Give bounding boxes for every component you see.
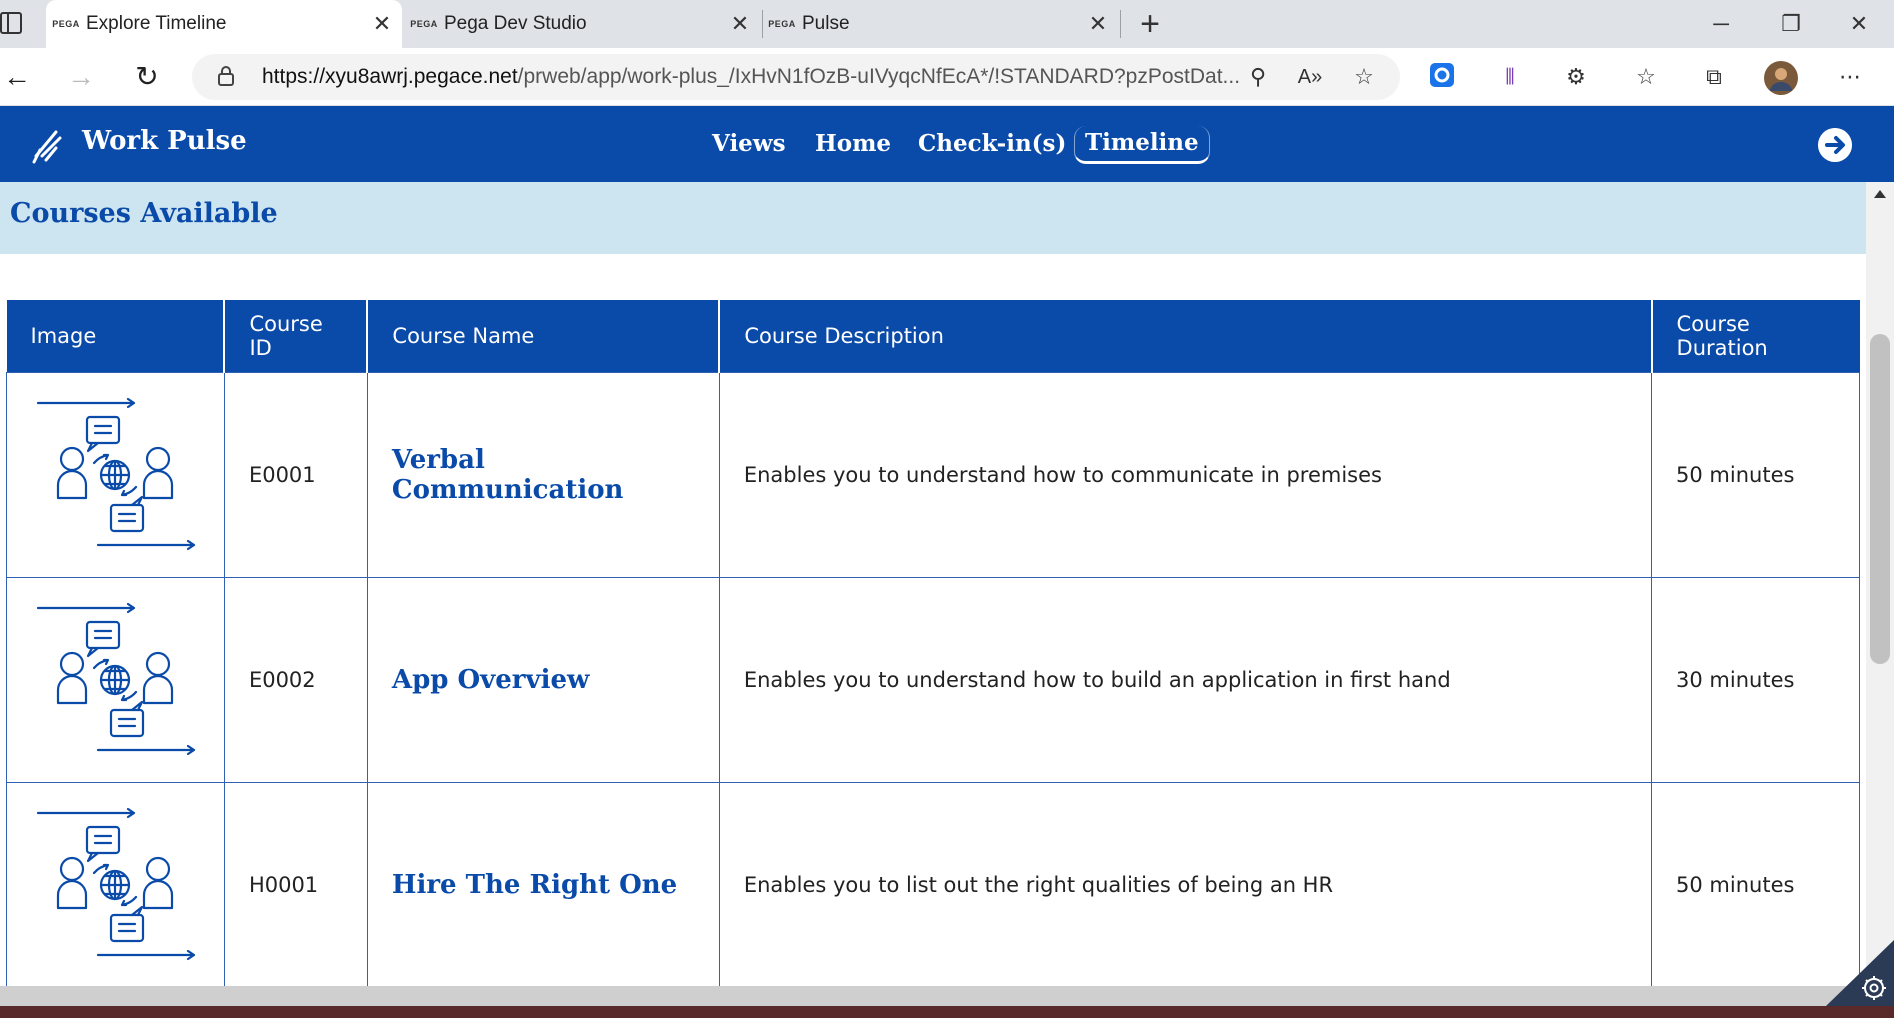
logout-arrow-icon[interactable]	[1818, 128, 1852, 162]
course-name-link[interactable]: Hire The Right One	[366, 781, 720, 986]
course-image-cell	[6, 781, 225, 986]
forward-arrow-icon[interactable]: →	[64, 60, 98, 94]
vertical-scrollbar[interactable]	[1866, 182, 1894, 986]
app-brand[interactable]: Work Pulse	[82, 106, 247, 176]
extensions-puzzle-icon[interactable]: ⚙	[1560, 61, 1592, 93]
close-icon[interactable]: ✕	[362, 11, 402, 37]
browser-tab-strip: PEGA Explore Timeline ✕ PEGA Pega Dev St…	[0, 0, 1894, 48]
screenshot-extension-icon[interactable]	[1426, 61, 1458, 93]
course-duration: 50 minutes	[1651, 371, 1860, 578]
tab-separator	[1120, 10, 1121, 38]
nav-timeline[interactable]: Timeline	[1074, 126, 1210, 164]
page-content: Courses Available Image Course ID Course…	[0, 182, 1866, 986]
scroll-up-arrow-icon[interactable]	[1874, 190, 1886, 198]
add-favorite-icon[interactable]: ☆	[1348, 61, 1380, 93]
lock-icon[interactable]	[218, 66, 234, 86]
refresh-icon[interactable]: ↻	[130, 60, 164, 94]
course-name-link[interactable]: Verbal Communication	[366, 371, 720, 578]
new-tab-button[interactable]: +	[1130, 4, 1170, 44]
table-row[interactable]: H0001 Hire The Right One Enables you to …	[6, 781, 1860, 986]
course-description: Enables you to understand how to build a…	[718, 576, 1653, 783]
work-pulse-logo-icon	[32, 130, 62, 164]
table-header-row: Image Course ID Course Name Course Descr…	[6, 300, 1860, 372]
tab-title: Explore Timeline	[86, 13, 227, 34]
course-image-cell	[6, 371, 225, 578]
close-icon[interactable]: ✕	[720, 11, 760, 37]
course-duration: 30 minutes	[1651, 576, 1860, 783]
url-text[interactable]: https://xyu8awrj.pegace.net/prweb/app/wo…	[262, 54, 1272, 100]
tab-actions-icon[interactable]	[0, 12, 22, 34]
collections-icon[interactable]: ⧉	[1698, 61, 1730, 93]
column-header-course-name[interactable]: Course Name	[367, 300, 721, 372]
nav-home[interactable]: Home	[815, 106, 891, 182]
section-title: Courses Available	[10, 198, 278, 229]
url-host: https://xyu8awrj.pegace.net	[262, 65, 518, 88]
key-icon[interactable]: ⚲	[1242, 61, 1274, 93]
favorites-icon[interactable]: ☆	[1630, 61, 1662, 93]
close-icon[interactable]: ✕	[1078, 11, 1118, 37]
window-close-icon[interactable]: ✕	[1824, 0, 1894, 48]
more-menu-icon[interactable]: ⋯	[1834, 61, 1866, 93]
pega-favicon-icon: PEGA	[410, 19, 438, 29]
course-image-cell	[6, 576, 225, 783]
profile-avatar[interactable]	[1764, 61, 1798, 95]
column-header-course-description[interactable]: Course Description	[719, 300, 1653, 372]
course-description: Enables you to understand how to communi…	[718, 371, 1653, 578]
vertical-scroll-thumb[interactable]	[1870, 334, 1890, 664]
section-header: Courses Available	[0, 182, 1866, 254]
communication-illustration-icon	[37, 602, 196, 755]
tab-pega-dev-studio[interactable]: PEGA Pega Dev Studio ✕	[404, 0, 760, 48]
column-header-course-id[interactable]: Course ID	[224, 300, 369, 372]
course-id: E0002	[223, 576, 368, 783]
tab-title: Pulse	[802, 13, 850, 34]
app-header: Work Pulse Views Home Check-in(s) Timeli…	[0, 106, 1894, 182]
course-id: E0001	[223, 371, 368, 578]
pega-favicon-icon: PEGA	[52, 19, 80, 29]
column-header-image[interactable]: Image	[6, 300, 226, 372]
address-bar[interactable]: https://xyu8awrj.pegace.net/prweb/app/wo…	[192, 54, 1400, 100]
minimize-icon[interactable]: ─	[1686, 0, 1756, 48]
pega-favicon-icon: PEGA	[768, 19, 796, 29]
communication-illustration-icon	[37, 397, 196, 550]
read-aloud-icon[interactable]: A»	[1294, 61, 1326, 93]
tab-title: Pega Dev Studio	[444, 13, 587, 34]
course-id: H0001	[223, 781, 368, 986]
table-row[interactable]: E0002 App Overview Enables you to unders…	[6, 576, 1860, 783]
restore-icon[interactable]: ❐	[1756, 0, 1826, 48]
column-header-course-duration[interactable]: Course Duration	[1651, 300, 1860, 372]
tab-explore-timeline[interactable]: PEGA Explore Timeline ✕	[46, 0, 402, 48]
taskbar-strip	[0, 1006, 1894, 1018]
url-path: /prweb/app/work-plus_/IxHvN1fOzB-uIVyqcN…	[517, 65, 1241, 88]
nav-views[interactable]: Views	[712, 106, 786, 182]
course-description: Enables you to list out the right qualit…	[718, 781, 1653, 986]
tab-pulse[interactable]: PEGA Pulse ✕	[762, 0, 1118, 48]
course-name-link[interactable]: App Overview	[366, 576, 720, 783]
back-arrow-icon[interactable]: ←	[0, 60, 34, 94]
horizontal-scrollbar[interactable]	[0, 986, 1866, 1006]
browser-toolbar: ← → ↻ https://xyu8awrj.pegace.net/prweb/…	[0, 48, 1894, 106]
settings-gear-icon[interactable]	[1826, 940, 1894, 1006]
extension-icon[interactable]: ⦀	[1494, 61, 1526, 93]
courses-table: Image Course ID Course Name Course Descr…	[6, 300, 1860, 986]
nav-check-ins[interactable]: Check-in(s)	[918, 106, 1066, 182]
table-row[interactable]: E0001 Verbal Communication Enables you t…	[6, 371, 1860, 578]
communication-illustration-icon	[37, 807, 196, 960]
